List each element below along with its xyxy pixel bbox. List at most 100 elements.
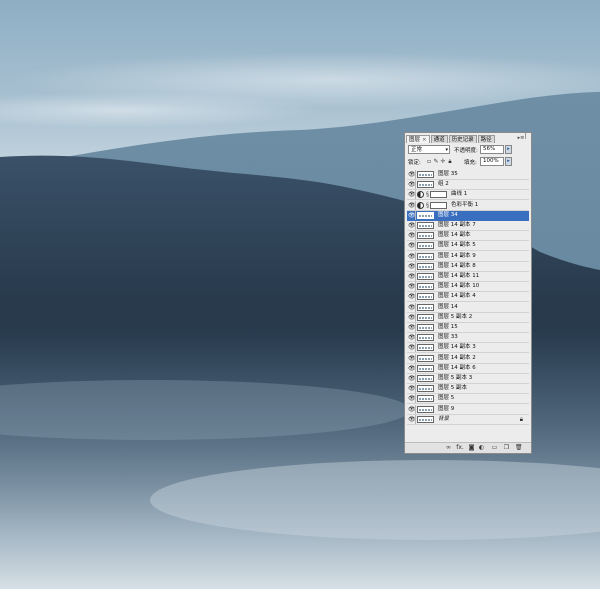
layer-row[interactable]: 👁︎ 图层 5 副本 2 <box>407 312 529 323</box>
layer-thumbnail[interactable] <box>417 283 434 291</box>
link-layers-icon[interactable]: ∞ <box>445 444 452 451</box>
tab-channels[interactable]: 通道 <box>430 135 448 143</box>
new-layer-icon[interactable]: ❐ <box>503 444 510 451</box>
layer-thumbnail[interactable] <box>417 252 434 260</box>
eye-icon[interactable]: 👁︎ <box>408 314 416 320</box>
eye-icon[interactable]: 👁︎ <box>408 355 416 361</box>
layer-thumbnail[interactable] <box>417 222 434 229</box>
layer-row[interactable]: 👁︎ § 色彩平衡 1 <box>407 200 529 211</box>
layer-row[interactable]: 👁︎ 图层 14 副本 10 <box>407 282 529 293</box>
link-icon[interactable]: § <box>426 202 429 209</box>
eye-icon[interactable]: 👁︎ <box>408 263 416 269</box>
layer-thumbnail[interactable] <box>417 334 434 342</box>
eye-icon[interactable]: 👁︎ <box>408 396 416 402</box>
eye-icon[interactable]: 👁︎ <box>408 416 416 422</box>
layer-thumbnail[interactable] <box>417 242 434 250</box>
layer-thumbnail[interactable] <box>417 405 434 413</box>
link-icon[interactable]: § <box>426 191 429 198</box>
layer-thumbnail[interactable] <box>417 171 434 178</box>
layer-thumbnail[interactable] <box>417 364 434 372</box>
layer-row[interactable]: 👁︎ 图层 14 副本 2 <box>407 353 529 364</box>
layer-row[interactable]: 👁︎ 图层 14 副本 11 <box>407 272 529 282</box>
add-mask-icon[interactable]: ◙ <box>468 444 475 451</box>
layer-row[interactable]: 👁︎ 图层 14 副本 4 <box>407 292 529 303</box>
eye-icon[interactable]: 👁︎ <box>408 365 416 371</box>
tab-paths[interactable]: 路径 <box>477 135 495 143</box>
layer-mask-thumbnail[interactable] <box>430 191 447 199</box>
layer-row[interactable]: 👁︎ 图层 34 <box>407 210 529 221</box>
layer-thumbnail[interactable] <box>417 415 434 423</box>
eye-icon[interactable]: 👁︎ <box>408 406 416 412</box>
eye-icon[interactable]: 👁︎ <box>408 192 416 198</box>
layer-thumbnail[interactable] <box>417 375 434 382</box>
lock-image-icon[interactable]: ✎ <box>433 158 439 165</box>
tab-close-icon[interactable]: × <box>422 137 427 143</box>
eye-icon[interactable]: 👁︎ <box>408 376 416 382</box>
layer-thumbnail[interactable] <box>417 324 434 331</box>
eye-icon[interactable]: 👁︎ <box>408 294 416 300</box>
panel-menu-icon[interactable]: ▸≡ <box>517 135 525 142</box>
eye-icon[interactable]: 👁︎ <box>408 182 416 188</box>
eye-icon[interactable]: 👁︎ <box>408 335 416 341</box>
layer-thumbnail[interactable] <box>417 344 434 352</box>
fx-icon[interactable]: fx. <box>455 444 465 451</box>
layer-row[interactable]: 👁︎ 图层 33 <box>407 333 529 344</box>
layer-thumbnail[interactable] <box>417 232 434 240</box>
layer-row[interactable]: 👁︎ 图层 15 <box>407 323 529 333</box>
eye-icon[interactable]: 👁︎ <box>408 172 416 178</box>
layer-row[interactable]: 👁︎ 图层 14 副本 8 <box>407 261 529 272</box>
layer-thumbnail[interactable] <box>417 211 434 219</box>
layer-thumbnail[interactable] <box>417 395 434 403</box>
layer-thumbnail[interactable] <box>417 385 434 393</box>
layer-row[interactable]: 👁︎ 图层 14 副本 9 <box>407 251 529 262</box>
trash-icon[interactable]: 🗑︎ <box>515 444 523 451</box>
eye-icon[interactable]: 👁︎ <box>408 274 416 280</box>
layer-row[interactable]: 👁︎ 图层 5 副本 <box>407 384 529 395</box>
layer-thumbnail[interactable] <box>417 293 434 301</box>
layer-row[interactable]: 👁︎ 图层 14 副本 6 <box>407 363 529 374</box>
eye-icon[interactable]: 👁︎ <box>408 284 416 290</box>
new-group-icon[interactable]: ▭ <box>491 444 498 451</box>
opacity-slider-button[interactable]: ▸ <box>505 145 512 154</box>
eye-icon[interactable]: 👁︎ <box>408 325 416 331</box>
eye-icon[interactable]: 👁︎ <box>408 345 416 351</box>
layer-thumbnail[interactable] <box>417 262 434 270</box>
layer-row[interactable]: 👁︎ 图层 14 副本 <box>407 231 529 242</box>
fill-slider-button[interactable]: ▸ <box>505 157 512 166</box>
eye-icon[interactable]: 👁︎ <box>408 223 416 229</box>
panel-grip[interactable] <box>525 133 530 139</box>
layer-row[interactable]: 👁︎ 组 2 <box>407 180 529 191</box>
eye-icon[interactable]: 👁︎ <box>408 202 416 208</box>
eye-icon[interactable]: 👁︎ <box>408 304 416 310</box>
layer-row[interactable]: 👁︎ 背景 🔒︎ <box>407 414 529 425</box>
eye-icon[interactable]: 👁︎ <box>408 212 416 218</box>
adjustment-layer-icon[interactable]: ◐ <box>478 444 485 451</box>
layer-row[interactable]: 👁︎ 图层 9 <box>407 404 529 415</box>
lock-position-icon[interactable]: ✛ <box>440 158 446 165</box>
fill-field[interactable]: 100% <box>480 157 504 166</box>
layer-row[interactable]: 👁︎ § 曲线 1 <box>407 190 529 201</box>
layer-thumbnail[interactable] <box>417 354 434 362</box>
layer-thumbnail[interactable] <box>417 181 434 189</box>
layer-row[interactable]: 👁︎ 图层 14 副本 3 <box>407 343 529 354</box>
layer-thumbnail[interactable] <box>417 303 434 311</box>
layer-thumbnail[interactable] <box>417 313 434 321</box>
opacity-field[interactable]: 56% <box>480 145 504 154</box>
eye-icon[interactable]: 👁︎ <box>408 253 416 259</box>
eye-icon[interactable]: 👁︎ <box>408 386 416 392</box>
layer-row[interactable]: 👁︎ 图层 5 <box>407 394 529 405</box>
blend-mode-select[interactable]: 正常 ▾ <box>408 145 450 154</box>
layer-row[interactable]: 👁︎ 图层 14 <box>407 302 529 313</box>
layer-row[interactable]: 👁︎ 图层 14 副本 7 <box>407 221 529 231</box>
eye-icon[interactable]: 👁︎ <box>408 243 416 249</box>
layer-mask-thumbnail[interactable] <box>430 201 447 209</box>
eye-icon[interactable]: 👁︎ <box>408 233 416 239</box>
lock-transparent-icon[interactable]: ▫ <box>426 158 432 165</box>
layer-row[interactable]: 👁︎ 图层 14 副本 5 <box>407 241 529 252</box>
layer-row[interactable]: 👁︎ 图层 35 <box>407 170 529 180</box>
lock-all-icon[interactable]: 🔒︎ <box>447 158 453 165</box>
tab-layers[interactable]: 图层 × <box>406 135 430 143</box>
layer-thumbnail[interactable] <box>417 273 434 280</box>
tab-history[interactable]: 历史记录 <box>448 135 477 143</box>
layer-row[interactable]: 👁︎ 图层 5 副本 3 <box>407 374 529 384</box>
